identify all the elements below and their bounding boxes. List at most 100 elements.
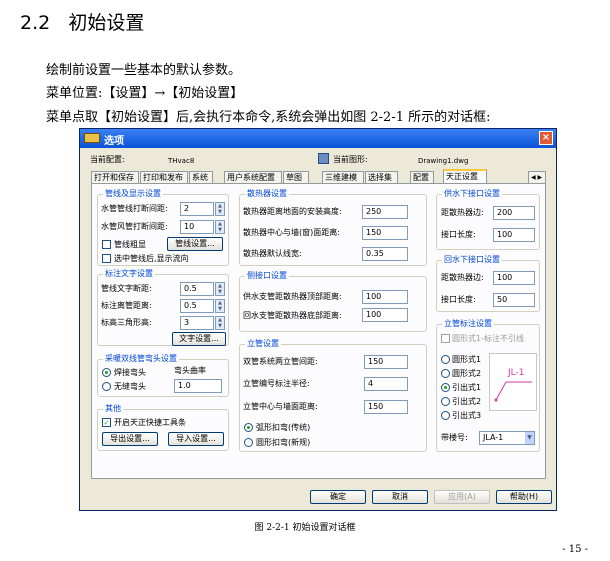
figure-caption: 图 2-2-1 初始设置对话框 <box>254 523 356 533</box>
weld-elbow-label: 焊接弯头 <box>114 368 146 377</box>
radiator-group: 散热器设置 散热器距离地面的安装高度: 250 散热器中心与墙(窗)面距离: 1… <box>239 189 427 266</box>
section-title: 初始设置 <box>68 12 145 34</box>
curvature-label: 弯头曲率 <box>174 366 206 375</box>
bold-label: 管线粗显 <box>114 240 146 249</box>
label-distance-spinner[interactable]: ▲ ▼ <box>215 299 225 313</box>
supply-down-len-label: 接口长度: <box>441 230 476 239</box>
riser-label-title: 立管标注设置 <box>442 319 494 329</box>
leader3-label: 引出式3 <box>452 411 482 420</box>
tab-user-prefs[interactable]: 用户系统配置 <box>224 171 282 183</box>
text-settings-button[interactable]: 文字设置... <box>172 332 226 346</box>
wind-break-input[interactable]: 10 <box>180 220 214 234</box>
return-down-len-label: 接口长度: <box>441 295 476 304</box>
tab-tangent-settings[interactable]: 天正设置 <box>443 169 487 183</box>
leader1-label: 引出式1 <box>452 383 482 392</box>
riser-radius-label: 立管编号标注半径: <box>243 379 310 388</box>
paragraph-2: 菜单位置:【设置】→【初始设置】 <box>46 86 244 101</box>
dialog-titlebar[interactable]: 选项 × <box>80 129 556 148</box>
round1-label: 圆形式1 <box>452 355 482 364</box>
supply-down-dist-label: 距散热器边: <box>441 208 484 217</box>
triangle-height-input[interactable]: 3 <box>180 316 214 330</box>
riser-spacing-input[interactable]: 150 <box>364 355 408 369</box>
show-flow-checkbox[interactable] <box>102 254 111 263</box>
label-preview: JL-1 <box>489 353 537 411</box>
label-distance-label: 标注离管距离: <box>101 301 152 310</box>
current-drawing-value: Drawing1.dwg <box>418 157 469 165</box>
text-settings-title: 标注文字设置 <box>103 269 155 279</box>
paragraph-3: 菜单点取【初始设置】后,会执行本命令,系统会弹出如图 2-2-1 所示的对话框: <box>46 110 491 125</box>
tab-drafting[interactable]: 草图 <box>283 171 309 183</box>
curvature-input[interactable]: 1.0 <box>174 379 222 393</box>
supply-down-group: 供水下接口设置 距散热器边: 200 接口长度: 100 <box>436 189 540 250</box>
tab-system[interactable]: 系统 <box>189 171 213 183</box>
round2-radio[interactable] <box>441 369 450 378</box>
no-leader-label: 圆形式1-标注不引线 <box>452 334 524 343</box>
apply-button[interactable]: 应用(A) <box>434 490 490 504</box>
bold-checkbox[interactable] <box>102 240 111 249</box>
return-bottom-input[interactable]: 100 <box>362 308 408 322</box>
tab-print-publish[interactable]: 打印和发布 <box>140 171 188 183</box>
font-gap-label: 管线文字断距: <box>101 284 152 293</box>
font-gap-input[interactable]: 0.5 <box>180 282 214 296</box>
riser-group: 立管设置 双管系统两立管间距: 150 立管编号标注半径: 4 立管中心与墙面距… <box>239 339 427 452</box>
side-inlet-group: 侧接口设置 供水支管距散热器顶部距离: 100 回水支管距散热器底部距离: 10… <box>239 271 427 332</box>
dialog-title: 选项 <box>104 136 124 147</box>
preview-label: JL-1 <box>508 368 525 378</box>
seamless-elbow-radio[interactable] <box>102 382 111 391</box>
toolbar-checkbox[interactable]: ✓ <box>102 418 111 427</box>
return-down-len-input[interactable]: 50 <box>493 293 535 307</box>
leader1-radio[interactable] <box>441 383 450 392</box>
label-distance-input[interactable]: 0.5 <box>180 299 214 313</box>
page-number: - 15 - <box>562 544 588 555</box>
riser-label-group: 立管标注设置 圆形式1-标注不引线 圆形式1 圆形式2 引出式1 引出式2 引出… <box>436 319 540 452</box>
water-break-input[interactable]: 2 <box>180 202 214 216</box>
riser-radius-input[interactable]: 4 <box>364 377 408 391</box>
supply-top-input[interactable]: 100 <box>362 290 408 304</box>
leader3-radio[interactable] <box>441 411 450 420</box>
round-bend-radio[interactable] <box>244 438 253 447</box>
tab-profiles[interactable]: 配置 <box>410 171 434 183</box>
riser-wall-input[interactable]: 150 <box>364 400 408 414</box>
tab-3d-modeling[interactable]: 三维建模 <box>322 171 364 183</box>
water-break-spinner[interactable]: ▲ ▼ <box>215 202 225 216</box>
supply-down-dist-input[interactable]: 200 <box>493 206 535 220</box>
export-settings-button[interactable]: 导出设置... <box>102 432 158 446</box>
round-bend-label: 圆形扣弯(新规) <box>256 438 311 447</box>
radiator-title: 散热器设置 <box>245 189 289 199</box>
riser-spacing-label: 双管系统两立管间距: <box>243 357 318 366</box>
water-break-label: 水管管线打断间距: <box>101 204 168 213</box>
leader2-radio[interactable] <box>441 397 450 406</box>
riser-title: 立管设置 <box>245 339 281 349</box>
font-gap-spinner[interactable]: ▲ ▼ <box>215 282 225 296</box>
tab-open-save[interactable]: 打开和保存 <box>91 171 139 183</box>
return-down-title: 回水下接口设置 <box>442 255 502 265</box>
pipe-display-title: 管线及显示设置 <box>103 189 163 199</box>
return-down-dist-input[interactable]: 100 <box>493 271 535 285</box>
seamless-elbow-label: 无缝弯头 <box>114 382 146 391</box>
wind-break-spinner[interactable]: ▲ ▼ <box>215 220 225 234</box>
supply-down-len-input[interactable]: 100 <box>493 228 535 242</box>
line-width-input[interactable]: 0.35 <box>362 247 408 261</box>
chevron-down-icon[interactable]: ▼ <box>525 432 534 444</box>
leader2-label: 引出式2 <box>452 397 482 406</box>
wall-distance-input[interactable]: 150 <box>362 226 408 240</box>
show-flow-label: 选中管线后,显示流向 <box>114 254 189 263</box>
help-button[interactable]: 帮助(H) <box>496 490 552 504</box>
cancel-button[interactable]: 取消 <box>372 490 428 504</box>
close-button[interactable]: × <box>539 131 553 145</box>
arc-bend-radio[interactable] <box>244 423 253 432</box>
round2-label: 圆形式2 <box>452 369 482 378</box>
tab-scroll-arrows[interactable]: ◀ ▶ <box>528 171 546 183</box>
ok-button[interactable]: 确定 <box>310 490 366 504</box>
elbow-group: 采暖双线管弯头设置 焊接弯头 弯头曲率 无缝弯头 1.0 <box>97 354 229 397</box>
install-height-input[interactable]: 250 <box>362 205 408 219</box>
no-leader-checkbox[interactable] <box>441 334 450 343</box>
arc-bend-label: 弧形扣弯(传统) <box>256 423 311 432</box>
pipe-settings-button[interactable]: 管线设置... <box>167 237 223 251</box>
round1-radio[interactable] <box>441 355 450 364</box>
return-down-dist-label: 距散热器边: <box>441 273 484 282</box>
tab-selection[interactable]: 选择集 <box>365 171 398 183</box>
weld-elbow-radio[interactable] <box>102 368 111 377</box>
triangle-height-spinner[interactable]: ▲ ▼ <box>215 316 225 330</box>
import-settings-button[interactable]: 导入设置... <box>168 432 224 446</box>
